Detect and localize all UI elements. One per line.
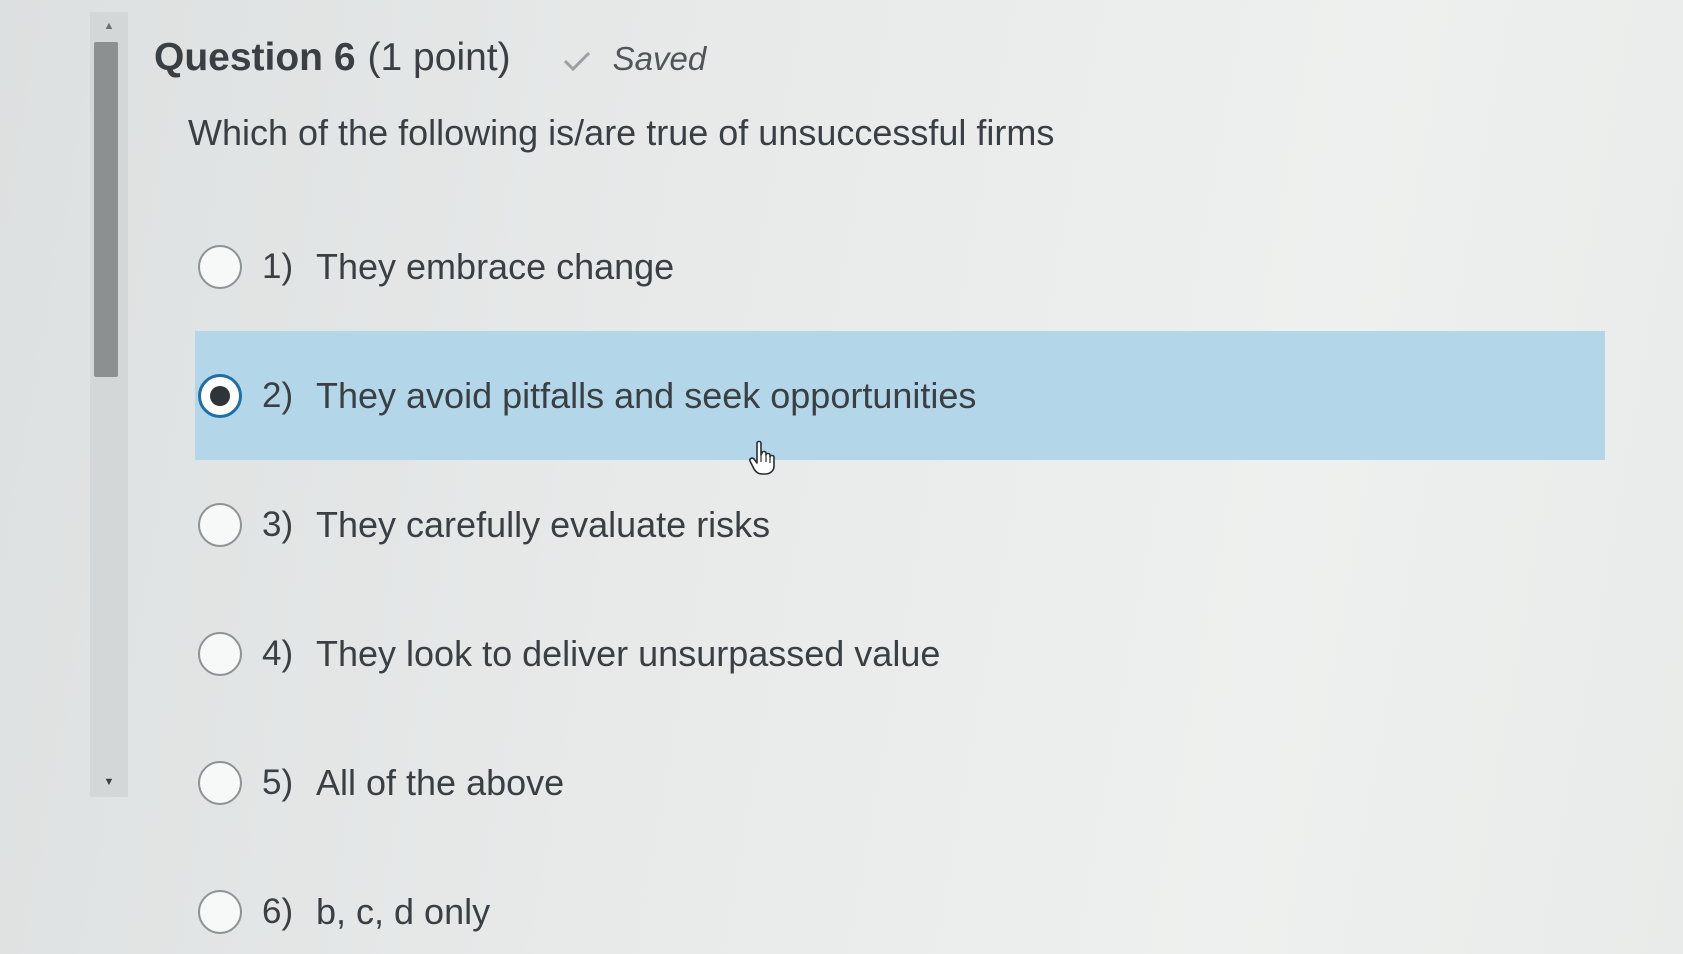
option-label[interactable]: They avoid pitfalls and seek opportuniti…	[316, 375, 976, 417]
saved-status: Saved	[563, 40, 707, 78]
radio-button-selected[interactable]	[198, 373, 242, 418]
option-2[interactable]: 2) They avoid pitfalls and seek opportun…	[195, 331, 1605, 460]
option-1[interactable]: 1) They embrace change	[195, 202, 1605, 331]
quiz-page: ▲ ▼ Question 6 (1 point) Saved Which of …	[0, 0, 1683, 954]
radio-button[interactable]	[198, 889, 242, 934]
radio-dot-icon	[210, 385, 230, 406]
question-points: (1 point)	[367, 36, 511, 79]
radio-button[interactable]	[198, 244, 242, 289]
checkmark-icon	[563, 51, 590, 72]
question-prompt: Which of the following is/are true of un…	[188, 112, 1055, 153]
option-number: 3)	[262, 504, 294, 544]
saved-label: Saved	[612, 40, 707, 77]
question-header: Question 6 (1 point) Saved	[154, 36, 706, 80]
option-label[interactable]: They embrace change	[316, 246, 674, 288]
answer-options: 1) They embrace change 2) They avoid pit…	[195, 202, 1605, 954]
option-label[interactable]: They carefully evaluate risks	[316, 504, 770, 546]
scroll-down-icon[interactable]: ▼	[90, 767, 128, 797]
option-3[interactable]: 3) They carefully evaluate risks	[195, 460, 1605, 589]
option-number: 4)	[262, 633, 294, 673]
scrollbar-thumb[interactable]	[94, 42, 118, 377]
option-label[interactable]: b, c, d only	[316, 891, 490, 933]
hand-pointer-icon	[749, 440, 775, 475]
radio-button[interactable]	[198, 502, 242, 547]
option-label[interactable]: They look to deliver unsurpassed value	[316, 633, 940, 675]
option-number: 6)	[262, 891, 294, 931]
option-6[interactable]: 6) b, c, d only	[195, 847, 1605, 954]
scrollbar[interactable]: ▲ ▼	[90, 12, 128, 797]
option-4[interactable]: 4) They look to deliver unsurpassed valu…	[195, 589, 1605, 718]
question-title: Question 6	[154, 36, 356, 79]
option-label[interactable]: All of the above	[316, 762, 564, 804]
scroll-up-icon[interactable]: ▲	[90, 12, 128, 40]
option-5[interactable]: 5) All of the above	[195, 718, 1605, 847]
radio-button[interactable]	[198, 760, 242, 805]
option-number: 5)	[262, 762, 294, 802]
radio-button[interactable]	[198, 631, 242, 676]
option-number: 2)	[262, 375, 294, 415]
option-number: 1)	[262, 246, 294, 286]
